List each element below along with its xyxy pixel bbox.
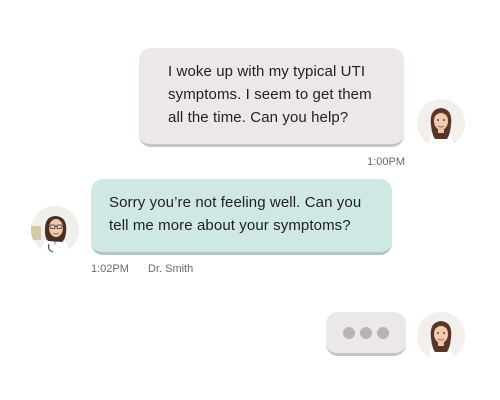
doctor-message-bubble: Sorry you’re not feeling well. Can you t… <box>91 179 392 255</box>
patient-avatar-icon <box>417 99 465 147</box>
typing-dot <box>360 326 372 339</box>
message-text: Sorry you’re not feeling well. Can you t… <box>109 194 362 234</box>
typing-dots <box>326 312 406 353</box>
message-timestamp: 1:00PM <box>367 156 405 168</box>
typing-dot <box>343 326 355 339</box>
sender-name: Dr. Smith <box>148 263 194 275</box>
typing-dot <box>377 326 389 339</box>
patient-avatar-icon <box>417 312 465 360</box>
message-text: I woke up with my typical UTI symptoms. … <box>168 63 372 126</box>
message-timestamp: 1:02PM <box>91 263 129 275</box>
patient-message-bubble: I woke up with my typical UTI symptoms. … <box>139 48 404 147</box>
doctor-avatar-icon <box>31 206 79 254</box>
chat-thread: I woke up with my typical UTI symptoms. … <box>0 0 500 400</box>
typing-indicator-bubble <box>326 312 406 356</box>
